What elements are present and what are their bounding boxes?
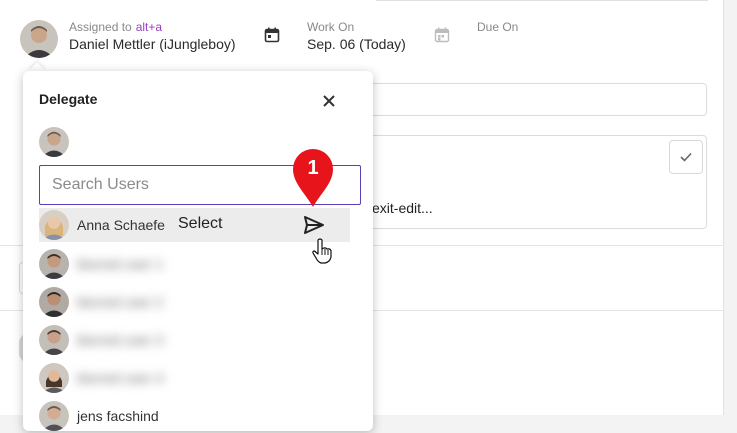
user-list-item[interactable]: blurred user 3 [39,323,350,357]
assignee-avatar[interactable] [20,20,58,58]
work-on-value[interactable]: Sep. 06 (Today) [307,36,406,52]
popup-title: Delegate [39,91,98,107]
avatar [39,401,69,431]
work-on-label: Work On [307,20,355,34]
shortcut-hint: alt+a [135,20,163,34]
assigned-label-text: Assigned to [69,20,132,34]
avatar [39,210,69,240]
user-name: jens facshind [77,408,159,424]
exit-edit-text: exit-edit... [372,200,433,216]
due-on-label: Due On [477,20,519,34]
divider [376,0,708,1]
user-list-item[interactable]: blurred user 2 [39,285,350,319]
avatar [39,363,69,393]
confirm-button[interactable] [669,140,703,174]
step-number: 1 [307,157,319,179]
user-list-item[interactable]: blurred user 1 [39,247,350,281]
user-list-item-selected[interactable]: Anna Schaefe Select [39,208,350,242]
user-name: blurred user 3 [77,332,164,348]
user-name: blurred user 2 [77,294,164,310]
calendar-icon[interactable] [434,27,450,43]
background-input[interactable] [372,83,707,116]
check-icon [680,152,692,162]
send-icon[interactable] [302,213,326,237]
calendar-icon[interactable] [264,27,280,43]
user-list-item[interactable]: jens facshind [39,399,350,433]
avatar [39,249,69,279]
user-list-item[interactable]: blurred user 4 [39,361,350,395]
close-icon[interactable] [319,91,339,111]
user-name: blurred user 1 [77,256,164,272]
user-name: Anna Schaefe [77,217,165,233]
assignee-name[interactable]: Daniel Mettler (iJungleboy) [69,36,236,52]
avatar [39,325,69,355]
assigned-to-label: Assigned to alt+a [69,20,162,34]
current-user-avatar [39,127,69,157]
user-name: blurred user 4 [77,370,164,386]
hand-cursor-icon [312,238,332,264]
avatar [39,287,69,317]
select-label: Select [178,215,223,232]
